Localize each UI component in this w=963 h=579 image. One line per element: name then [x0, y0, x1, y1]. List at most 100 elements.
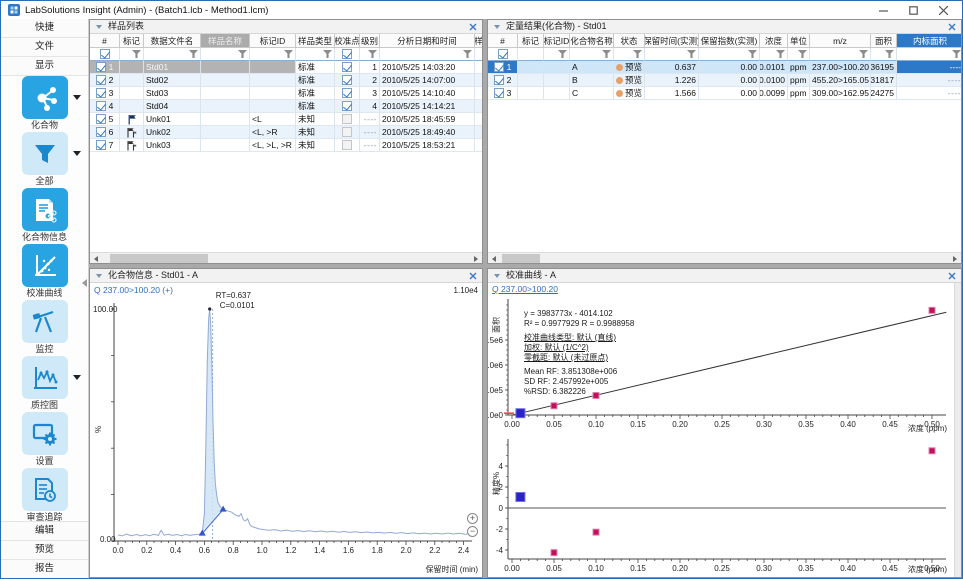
filter-cell[interactable] — [645, 48, 699, 61]
accuracy-point[interactable] — [929, 448, 935, 454]
filter-funnel-icon[interactable] — [463, 50, 472, 58]
calibration-point[interactable] — [929, 307, 935, 313]
scroll-left-icon[interactable] — [492, 256, 496, 262]
table-row[interactable]: 1Std01标准12010/5/25 14:03:2011 — [90, 61, 482, 74]
filter-cell[interactable] — [201, 48, 250, 61]
filter-cell[interactable] — [518, 48, 544, 61]
checkbox-checked[interactable] — [96, 140, 106, 150]
column-header-分析日期和时间[interactable]: 分析日期和时间 — [380, 34, 475, 48]
sidebar-tool-化合物[interactable]: 化合物 — [1, 76, 88, 132]
sidebar-tool-质控图[interactable]: 质控图 — [1, 356, 88, 412]
filter-cell[interactable] — [90, 48, 120, 61]
calibration-setting-link[interactable]: 加权: 默认 (1/C^2) — [524, 343, 634, 353]
scrollbar-thumb[interactable] — [502, 254, 540, 263]
collapse-triangle-icon[interactable] — [494, 25, 500, 29]
filter-funnel-icon[interactable] — [558, 50, 567, 58]
column-header-面积[interactable]: 面积 — [871, 34, 897, 48]
horizontal-scrollbar[interactable] — [90, 252, 482, 263]
column-header-保留时间(实测)[interactable]: 保留时间(实测) — [645, 34, 699, 48]
filter-funnel-icon[interactable] — [798, 50, 807, 58]
table-row[interactable]: 2Std02标准22010/5/25 14:07:0021 — [90, 74, 482, 87]
column-header-浓度[interactable]: 浓度 — [760, 34, 788, 48]
checkbox-unchecked[interactable] — [342, 114, 352, 124]
filter-cell[interactable] — [380, 48, 475, 61]
column-header-m/z[interactable]: m/z — [810, 34, 871, 48]
filter-funnel-icon[interactable] — [633, 50, 642, 58]
filter-cell[interactable] — [335, 48, 360, 61]
checkbox-checked[interactable] — [96, 127, 106, 137]
checkbox-checked[interactable] — [494, 62, 504, 72]
table-row[interactable]: 4Std04标准42010/5/25 14:14:2141 — [90, 100, 482, 113]
filter-cell[interactable] — [296, 48, 335, 61]
filter-cell[interactable] — [788, 48, 810, 61]
filter-cell[interactable] — [760, 48, 788, 61]
filter-funnel-icon[interactable] — [859, 50, 868, 58]
column-header-化合物名称[interactable]: 化合物名称 — [570, 34, 614, 48]
sidebar-tool-校准曲线[interactable]: 校准曲线 — [1, 244, 88, 300]
column-header-单位[interactable]: 单位 — [788, 34, 810, 48]
mrm-transition-link[interactable]: Q 237.00>100.20 — [492, 284, 558, 294]
filter-cell[interactable] — [488, 48, 518, 61]
sidebar-menu-2[interactable]: 文件 — [1, 38, 88, 57]
filter-cell[interactable] — [544, 48, 570, 61]
column-header-内标面积[interactable]: 内标面积 — [897, 34, 961, 48]
checkbox-checked[interactable] — [498, 49, 508, 59]
filter-cell[interactable] — [871, 48, 897, 61]
chevron-down-icon[interactable] — [73, 95, 81, 100]
filter-cell[interactable] — [475, 48, 482, 61]
checkbox-checked[interactable] — [494, 88, 504, 98]
accuracy-point-selected[interactable] — [516, 492, 525, 501]
zoom-in-button[interactable]: + — [467, 513, 478, 524]
checkbox-checked[interactable] — [494, 75, 504, 85]
checkbox-checked[interactable] — [96, 62, 106, 72]
checkbox-checked[interactable] — [96, 88, 106, 98]
sidebar-menu-1[interactable]: 快捷 — [1, 19, 88, 38]
accuracy-point[interactable] — [593, 529, 599, 535]
checkbox-checked[interactable] — [100, 49, 110, 59]
checkbox-checked[interactable] — [342, 49, 352, 59]
close-button[interactable] — [928, 1, 958, 19]
chromatogram-plot[interactable]: 0.00.20.40.60.81.01.21.41.61.82.02.22.4 — [90, 283, 482, 577]
column-header-#[interactable]: # — [488, 34, 518, 48]
scroll-right-icon[interactable] — [474, 256, 478, 262]
calibration-point[interactable] — [551, 403, 557, 409]
column-header-样品名称[interactable]: 样品名称 — [201, 34, 250, 48]
sidebar-menu-bottom-1[interactable]: 编辑 — [1, 521, 88, 540]
filter-cell[interactable] — [699, 48, 760, 61]
sidebar-tool-设置[interactable]: 设置 — [1, 412, 88, 468]
table-row[interactable]: 3Std03标准32010/5/25 14:10:4031 — [90, 87, 482, 100]
sidebar-tool-审查追踪[interactable]: 审查追踪 — [1, 468, 88, 524]
scroll-left-icon[interactable] — [94, 256, 98, 262]
sidebar-tool-全部[interactable]: 全部 — [1, 132, 88, 188]
filter-funnel-icon[interactable] — [748, 50, 757, 58]
filter-funnel-icon[interactable] — [189, 50, 198, 58]
chevron-down-icon[interactable] — [73, 151, 81, 156]
filter-cell[interactable] — [570, 48, 614, 61]
zoom-out-button[interactable]: − — [467, 526, 478, 537]
collapse-triangle-icon[interactable] — [96, 25, 102, 29]
filter-cell[interactable] — [810, 48, 871, 61]
checkbox-unchecked[interactable] — [342, 127, 352, 137]
filter-cell[interactable] — [120, 48, 144, 61]
panel-close-icon[interactable] — [468, 271, 478, 281]
sidebar-menu-bottom-2[interactable]: 预览 — [1, 540, 88, 559]
scroll-right-icon[interactable] — [953, 256, 957, 262]
filter-funnel-icon[interactable] — [687, 50, 696, 58]
minimize-button[interactable] — [868, 1, 898, 19]
column-header-标记[interactable]: 标记 — [518, 34, 544, 48]
sidebar-tool-化合物信息[interactable]: 化合物信息 — [1, 188, 88, 244]
table-row[interactable]: 3C预览1.5660.000.0099ppm309.00>162.9524275… — [488, 87, 961, 100]
checkbox-checked[interactable] — [342, 101, 352, 111]
filter-funnel-icon[interactable] — [602, 50, 611, 58]
checkbox-unchecked[interactable] — [342, 140, 352, 150]
column-header-标记[interactable]: 标记 — [120, 34, 144, 48]
filter-funnel-icon[interactable] — [952, 50, 961, 58]
filter-funnel-icon[interactable] — [368, 50, 377, 58]
checkbox-checked[interactable] — [342, 62, 352, 72]
calibration-point-selected[interactable] — [516, 409, 525, 418]
chevron-down-icon[interactable] — [73, 375, 81, 380]
filter-cell[interactable] — [250, 48, 296, 61]
panel-close-icon[interactable] — [468, 22, 478, 32]
filter-cell[interactable] — [360, 48, 380, 61]
sidebar-collapse-arrow[interactable] — [82, 279, 87, 287]
